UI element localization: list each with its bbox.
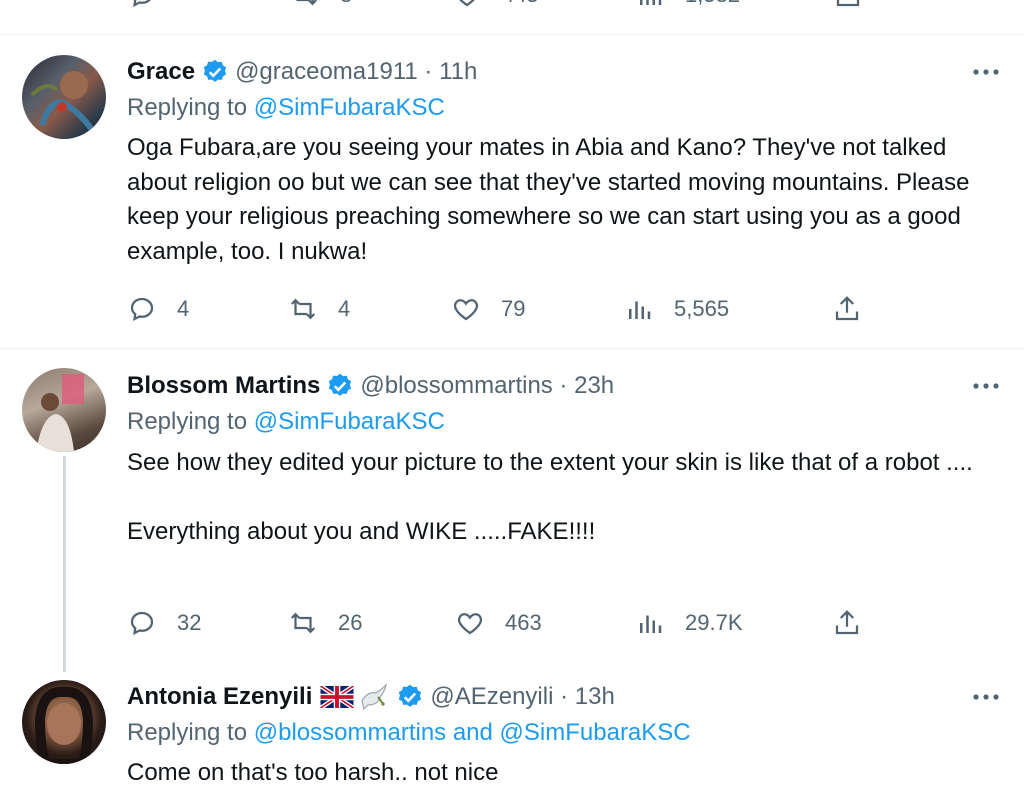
dove-icon: [361, 683, 388, 711]
name-emojis: [320, 681, 390, 713]
like-icon: [459, 0, 475, 7]
more-icon[interactable]: [970, 60, 1002, 84]
previous-tweet-actions: 8 445 1,582: [0, 0, 1024, 12]
display-name[interactable]: Antonia Ezenyili: [127, 683, 312, 711]
retweet-count: 26: [338, 610, 363, 635]
retweet-icon: [290, 612, 316, 634]
retweet-icon: [296, 0, 318, 6]
avatar-art: [36, 374, 84, 452]
tweet-header: Blossom Martins @blossommartins · 23h: [127, 368, 614, 404]
share-icon: [835, 610, 859, 635]
share-button[interactable]: [832, 291, 882, 327]
retweet-count: 8: [340, 0, 352, 8]
divider: [0, 34, 1024, 35]
share-button[interactable]: [833, 0, 863, 12]
retweet-button[interactable]: 26: [288, 605, 362, 641]
like-button[interactable]: 445: [452, 0, 539, 12]
tweet-text: See how they edited your picture to the …: [127, 449, 973, 545]
handle-and-time[interactable]: @AEzenyili · 13h: [430, 683, 614, 711]
replying-to: Replying to @SimFubaraKSC: [127, 408, 445, 440]
tweet-header: Grace @graceoma1911 · 11h: [127, 54, 477, 90]
retweet-button[interactable]: 4: [288, 291, 350, 327]
replying-to: Replying to @blossommartins and @SimFuba…: [127, 719, 691, 751]
replying-prefix: Replying to: [127, 94, 248, 121]
tweet-text: Come on that's too harsh.. not nice: [127, 759, 499, 786]
avatar[interactable]: [22, 368, 106, 452]
retweet-icon: [290, 298, 316, 320]
share-icon: [835, 296, 859, 321]
views-button[interactable]: 29.7K: [635, 605, 743, 641]
tweet-actions: 32 26 463 29.7K: [127, 605, 887, 641]
reply-button[interactable]: 4: [127, 291, 189, 327]
like-icon: [453, 299, 479, 321]
avatar-art: [34, 686, 94, 764]
verified-icon: [329, 373, 352, 396]
uk-flag-icon: [320, 686, 355, 708]
views-count: 29.7K: [685, 610, 743, 635]
verified-icon: [399, 684, 422, 707]
like-count: 463: [505, 610, 542, 635]
views-count: 5,565: [674, 296, 730, 321]
views-button[interactable]: 1,582: [635, 0, 740, 12]
views-count: 1,582: [685, 0, 740, 8]
avatar-art: [30, 71, 95, 132]
display-name[interactable]: Blossom Martins: [127, 372, 320, 400]
views-icon: [629, 301, 651, 319]
more-icon[interactable]: [970, 374, 1002, 398]
handle-and-time[interactable]: @blossommartins · 23h: [360, 372, 614, 400]
like-button[interactable]: 79: [451, 291, 525, 327]
like-icon: [457, 613, 483, 635]
share-button[interactable]: [832, 605, 882, 641]
more-icon[interactable]: [970, 685, 1002, 709]
handle-and-time[interactable]: @graceoma1911 · 11h: [235, 58, 477, 86]
divider: [0, 348, 1024, 349]
verified-icon: [203, 59, 227, 82]
retweet-button[interactable]: 8: [290, 0, 352, 12]
tweet-text: Oga Fubara,are you seeing your mates in …: [127, 134, 970, 265]
tweet-header: Antonia Ezenyili @AEzenyili · 13h: [127, 679, 615, 715]
like-button[interactable]: 463: [455, 605, 542, 641]
replying-prefix: Replying to: [127, 719, 248, 746]
replying-prefix: Replying to: [127, 408, 248, 435]
reply-icon: [130, 297, 154, 321]
reply-count: 4: [177, 296, 190, 321]
mention-link[interactable]: @SimFubaraKSC: [254, 408, 445, 435]
views-button[interactable]: 5,565: [624, 291, 729, 327]
mention-link[interactable]: @SimFubaraKSC: [254, 94, 445, 121]
like-count: 445: [502, 0, 539, 8]
avatar[interactable]: [22, 55, 106, 139]
reply-icon: [130, 611, 154, 635]
views-icon: [640, 0, 662, 5]
mention-link[interactable]: @blossommartins and @SimFubaraKSC: [254, 719, 691, 746]
views-icon: [640, 615, 662, 633]
display-name[interactable]: Grace: [127, 58, 195, 86]
reply-button[interactable]: [127, 0, 157, 12]
avatar[interactable]: [22, 680, 106, 764]
reply-count: 32: [177, 610, 202, 635]
retweet-count: 4: [338, 296, 351, 321]
thread-line: [63, 456, 66, 672]
replying-to: Replying to @SimFubaraKSC: [127, 94, 445, 126]
reply-icon: [133, 0, 151, 7]
like-count: 79: [501, 296, 526, 321]
reply-button[interactable]: 32: [127, 605, 201, 641]
share-icon: [836, 0, 860, 7]
tweet-actions: 4 4 79 5,565: [127, 291, 887, 327]
